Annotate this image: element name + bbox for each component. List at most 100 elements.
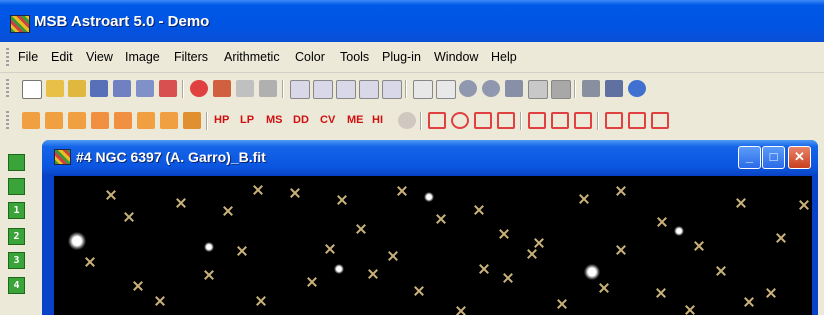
mosaic-icon[interactable] <box>574 112 592 129</box>
toolbar-separator <box>182 80 184 98</box>
side-tool-play[interactable] <box>8 178 25 195</box>
filter-x-icon[interactable] <box>160 112 178 129</box>
paste-icon[interactable] <box>259 80 277 97</box>
zoom-in-icon[interactable] <box>459 80 477 97</box>
grid-3-icon[interactable] <box>651 112 669 129</box>
resize-icon[interactable] <box>497 112 515 129</box>
cv-button[interactable]: CV <box>320 114 335 126</box>
stack-icon[interactable] <box>551 112 569 129</box>
toolbar-separator <box>206 112 208 130</box>
flip-icon[interactable] <box>474 112 492 129</box>
window-icon[interactable] <box>528 80 548 99</box>
side-tool-4[interactable]: 4 <box>8 277 25 294</box>
close-image-icon[interactable] <box>159 80 177 97</box>
star-marker <box>205 271 213 279</box>
star-marker <box>535 239 543 247</box>
binoculars-icon[interactable] <box>605 80 623 97</box>
star-marker <box>737 199 745 207</box>
menu-image[interactable]: Image <box>125 50 160 64</box>
side-tool-3[interactable]: 3 <box>8 252 25 269</box>
filter-3-icon[interactable] <box>68 112 86 129</box>
save-all-icon[interactable] <box>136 80 154 97</box>
filter-d-icon[interactable] <box>91 112 109 129</box>
star-marker <box>257 297 265 305</box>
toolbar-separator <box>520 112 522 130</box>
bright-star <box>584 264 600 280</box>
star-marker <box>308 278 316 286</box>
menu-plugin[interactable]: Plug-in <box>382 50 421 64</box>
grid-1-icon[interactable] <box>605 112 623 129</box>
me-button[interactable]: ME <box>347 114 364 126</box>
menu-color[interactable]: Color <box>295 50 325 64</box>
menu-window[interactable]: Window <box>434 50 478 64</box>
side-tool-stop[interactable] <box>8 154 25 171</box>
filter-m-icon[interactable] <box>114 112 132 129</box>
sum-icon[interactable] <box>413 80 433 99</box>
undo-icon[interactable] <box>190 80 208 97</box>
dd-button[interactable]: DD <box>293 114 309 126</box>
filters-toolbar: HP LP MS DD CV ME HI <box>0 106 824 136</box>
monitor-icon[interactable] <box>505 80 523 97</box>
star-marker <box>254 186 262 194</box>
star-marker <box>224 207 232 215</box>
open-recent-icon[interactable] <box>68 80 86 97</box>
copy-icon[interactable] <box>236 80 254 97</box>
lowpass-button[interactable]: LP <box>240 114 254 126</box>
filter-f-icon[interactable] <box>183 112 201 129</box>
zoom-window-icon[interactable] <box>290 80 310 99</box>
telescope-icon[interactable] <box>582 80 600 97</box>
image-window-titlebar[interactable]: #4 NGC 6397 (A. Garro)_B.fit _ □ ✕ <box>42 140 818 174</box>
minimize-button[interactable]: _ <box>738 146 761 169</box>
view-icon[interactable] <box>436 80 456 99</box>
info-icon[interactable] <box>382 80 402 99</box>
help-icon[interactable] <box>628 80 646 97</box>
star-marker <box>767 289 775 297</box>
menu-view[interactable]: View <box>86 50 113 64</box>
menu-help[interactable]: Help <box>491 50 517 64</box>
new-file-icon[interactable] <box>22 80 42 99</box>
close-button[interactable]: ✕ <box>788 146 811 169</box>
rotate-icon[interactable] <box>451 112 469 129</box>
profile-icon[interactable] <box>336 80 356 99</box>
star-marker <box>437 215 445 223</box>
hi-button[interactable]: HI <box>372 114 383 126</box>
star-marker <box>415 287 423 295</box>
filter-2-icon[interactable] <box>45 112 63 129</box>
image-window: #4 NGC 6397 (A. Garro)_B.fit _ □ ✕ <box>42 140 818 315</box>
filter-1-icon[interactable] <box>22 112 40 129</box>
star-field-image[interactable] <box>54 176 812 315</box>
save-as-icon[interactable] <box>113 80 131 97</box>
star-marker <box>558 300 566 308</box>
maximize-button[interactable]: □ <box>762 146 785 169</box>
cut-icon[interactable] <box>213 80 231 97</box>
zoom-out-icon[interactable] <box>482 80 500 97</box>
star-marker <box>357 225 365 233</box>
photometry-icon[interactable] <box>359 80 379 99</box>
menu-tools[interactable]: Tools <box>340 50 369 64</box>
menubar-grip <box>6 48 9 66</box>
menu-edit[interactable]: Edit <box>51 50 73 64</box>
crop-icon[interactable] <box>428 112 446 129</box>
star-marker <box>86 258 94 266</box>
ms-button[interactable]: MS <box>266 114 283 126</box>
menu-arithmetic[interactable]: Arithmetic <box>224 50 280 64</box>
star-marker <box>658 218 666 226</box>
open-folder-icon[interactable] <box>46 80 64 97</box>
highpass-button[interactable]: HP <box>214 114 229 126</box>
star-marker <box>475 206 483 214</box>
star-marker <box>686 306 694 314</box>
side-tool-1[interactable]: 1 <box>8 202 25 219</box>
save-icon[interactable] <box>90 80 108 97</box>
image-window-title: #4 NGC 6397 (A. Garro)_B.fit <box>76 149 266 165</box>
app-titlebar[interactable]: MSB Astroart 5.0 - Demo <box>0 0 824 42</box>
grid-2-icon[interactable] <box>628 112 646 129</box>
menu-filters[interactable]: Filters <box>174 50 208 64</box>
side-tool-2[interactable]: 2 <box>8 228 25 245</box>
bright-star <box>334 264 344 274</box>
align-icon[interactable] <box>528 112 546 129</box>
menu-file[interactable]: File <box>18 50 38 64</box>
histogram-icon[interactable] <box>313 80 333 99</box>
fullscreen-icon[interactable] <box>551 80 571 99</box>
filter-plus-icon[interactable] <box>137 112 155 129</box>
toolbar-separator <box>420 112 422 130</box>
